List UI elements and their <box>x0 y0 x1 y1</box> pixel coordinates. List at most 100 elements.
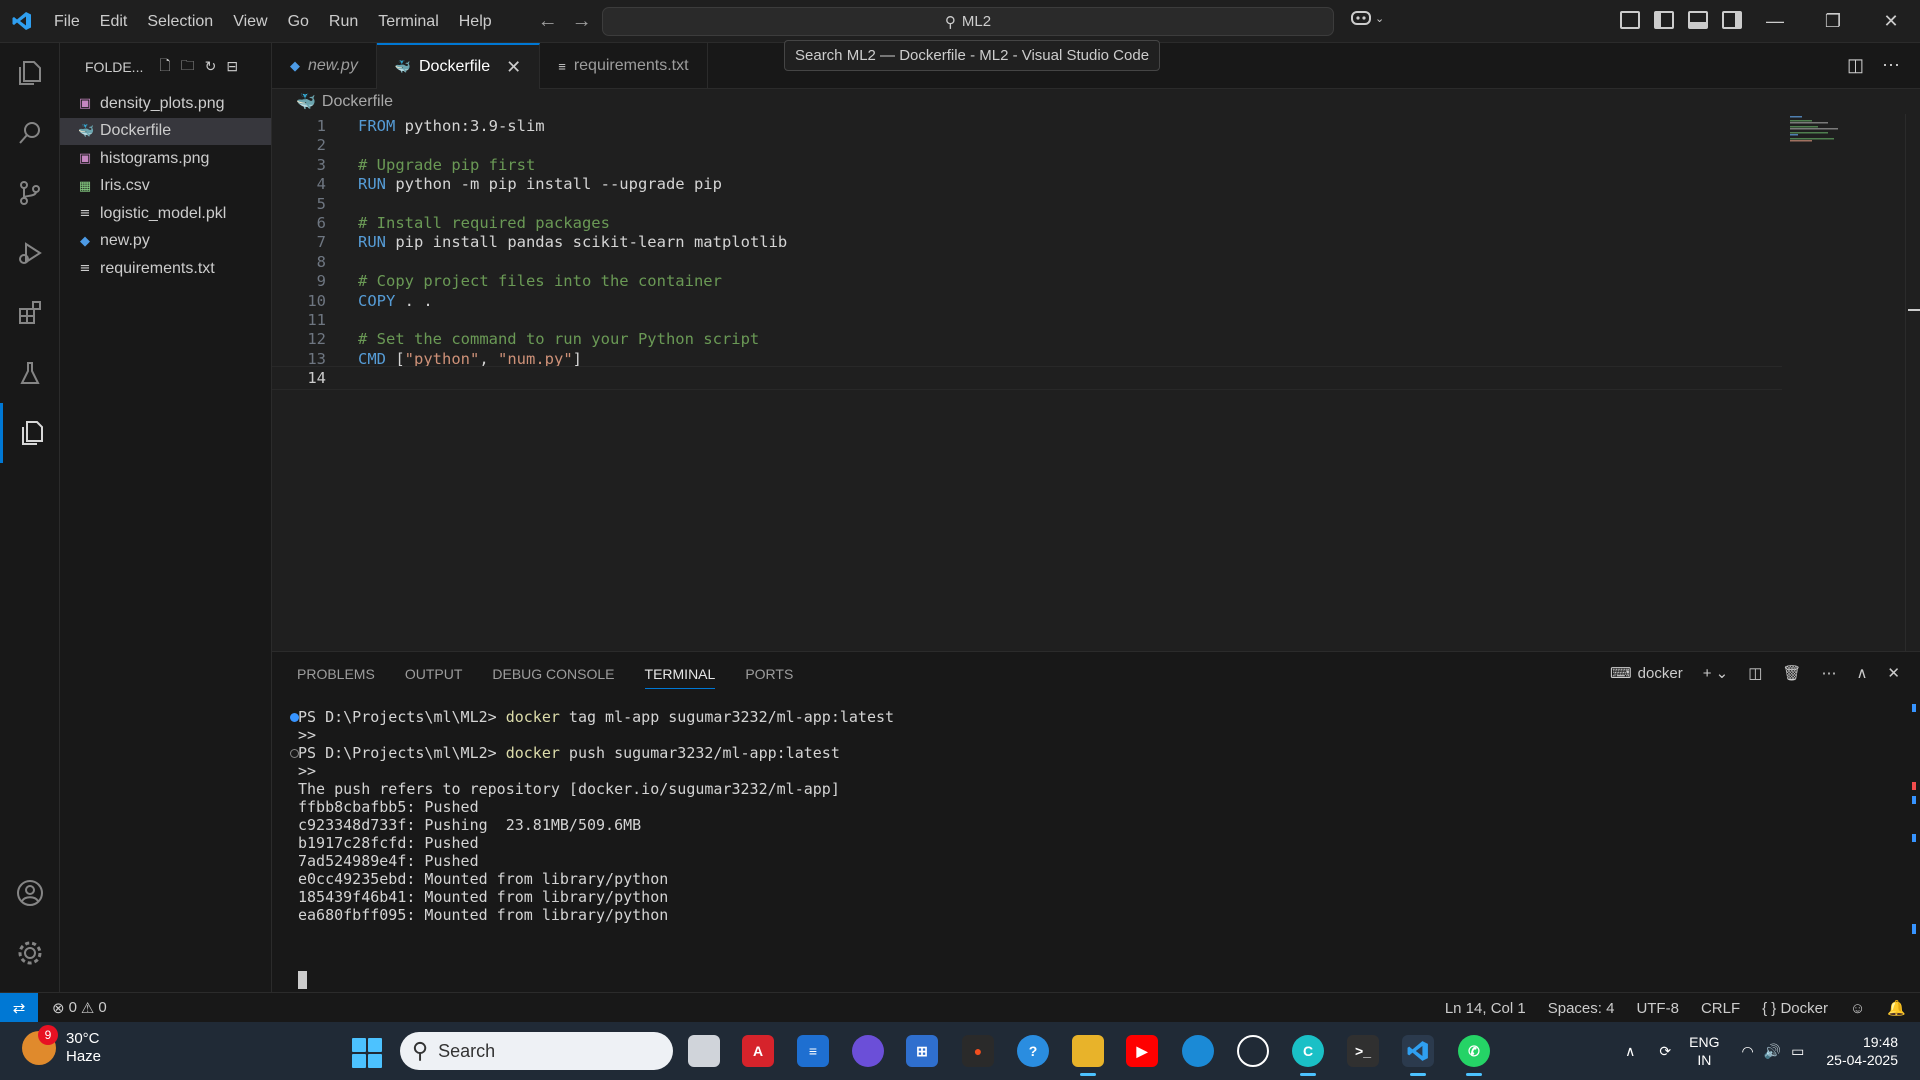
menu-item-selection[interactable]: Selection <box>137 0 223 43</box>
minimize-icon[interactable]: — <box>1746 0 1804 43</box>
terminal-scrollbar[interactable] <box>1912 704 1916 934</box>
more-actions-icon[interactable]: ⋯ <box>1821 664 1836 682</box>
file-item[interactable]: 🐳 Dockerfile <box>60 117 271 145</box>
terminal-name[interactable]: docker <box>1638 665 1683 682</box>
weather-widget[interactable]: 9 30°C Haze <box>22 1025 101 1066</box>
chatgpt-icon[interactable] <box>1237 1035 1269 1067</box>
menu-item-edit[interactable]: Edit <box>90 0 138 43</box>
maximize-panel-icon[interactable]: ∧ <box>1856 664 1867 682</box>
extensions-icon[interactable] <box>0 283 60 343</box>
minimap[interactable] <box>1790 114 1850 154</box>
new-file-icon[interactable]: 🗋 <box>159 55 170 79</box>
trash-icon[interactable]: 🗑 <box>1782 664 1801 682</box>
panel-tab-debug-console[interactable]: DEBUG CONSOLE <box>492 666 614 689</box>
explorer-icon[interactable] <box>0 43 60 103</box>
clock[interactable]: 19:48 25-04-2025 <box>1826 1033 1898 1069</box>
mvhp-app-icon[interactable]: ≡ <box>797 1035 829 1067</box>
vscode-taskbar-icon[interactable] <box>1402 1035 1434 1076</box>
account-icon[interactable] <box>0 863 60 923</box>
menu-item-view[interactable]: View <box>223 0 277 43</box>
file-item[interactable]: ≡ logistic_model.pkl <box>60 200 271 228</box>
sync-icon[interactable]: ⟳ <box>1659 1043 1671 1060</box>
source-control-icon[interactable] <box>0 163 60 223</box>
toggle-panel-icon[interactable] <box>1688 11 1708 29</box>
task-view-icon[interactable] <box>688 1035 720 1067</box>
terminal-app-icon[interactable]: >_ <box>1347 1035 1379 1067</box>
toggle-secondary-sidebar-icon[interactable] <box>1722 11 1742 29</box>
youtube-icon[interactable]: ▶ <box>1126 1035 1158 1067</box>
close-panel-icon[interactable]: ✕ <box>1887 664 1900 682</box>
help-icon[interactable]: ? <box>1017 1035 1049 1067</box>
line-ending[interactable]: CRLF <box>1701 1000 1740 1017</box>
collapse-all-icon[interactable]: ⊟ <box>226 58 238 75</box>
copilot-icon[interactable]: ⌄ <box>1350 9 1384 27</box>
menu-item-terminal[interactable]: Terminal <box>368 0 448 43</box>
command-decoration-icon[interactable] <box>290 712 299 722</box>
panel-tab-ports[interactable]: PORTS <box>745 666 793 689</box>
chevron-up-icon[interactable]: ∧ <box>1625 1043 1635 1060</box>
menu-item-go[interactable]: Go <box>278 0 319 43</box>
tab-requirements-txt[interactable]: ≡ requirements.txt <box>540 43 708 89</box>
start-button-icon[interactable] <box>352 1038 382 1068</box>
new-terminal-icon[interactable]: + ⌄ <box>1703 664 1729 682</box>
copilot-status-icon[interactable]: ☺ <box>1850 1000 1865 1017</box>
search-icon[interactable] <box>0 103 60 163</box>
code-line[interactable]: 14 <box>272 366 1782 391</box>
indentation[interactable]: Spaces: 4 <box>1548 1000 1615 1017</box>
new-folder-icon[interactable]: 🗀 <box>181 55 195 79</box>
menu-item-run[interactable]: Run <box>319 0 368 43</box>
copilot-app-icon[interactable] <box>852 1035 884 1067</box>
file-item[interactable]: ◆ new.py <box>60 228 271 256</box>
breadcrumb[interactable]: 🐳 Dockerfile <box>296 91 393 113</box>
file-item[interactable]: ▣ density_plots.png <box>60 90 271 118</box>
terminal-output[interactable]: PS D:\Projects\ml\ML2> docker tag ml-app… <box>272 706 1902 989</box>
split-terminal-icon[interactable]: ◫ <box>1748 664 1762 682</box>
code-editor[interactable]: 1 FROM python:3.9-slim 2 3 # Upgrade pip fir… <box>272 114 1920 651</box>
refresh-icon[interactable]: ↻ <box>205 58 217 75</box>
forward-arrow-icon[interactable]: → <box>572 10 592 33</box>
editor-scrollbar[interactable] <box>1905 114 1920 651</box>
command-decoration-icon[interactable] <box>290 748 299 758</box>
run-debug-icon[interactable] <box>0 223 60 283</box>
command-center-search[interactable]: ⚲ ML2 <box>602 7 1334 36</box>
more-actions-icon[interactable]: ⋯ <box>1882 55 1900 76</box>
canva-icon[interactable]: C <box>1292 1035 1324 1076</box>
split-editor-icon[interactable]: ◫ <box>1847 55 1864 76</box>
panel-tab-output[interactable]: OUTPUT <box>405 666 463 689</box>
close-tab-icon[interactable]: ✕ <box>506 57 521 78</box>
tab-new-py[interactable]: ◆ new.py <box>272 43 377 89</box>
file-item[interactable]: ▣ histograms.png <box>60 145 271 173</box>
store-icon[interactable]: ⊞ <box>906 1035 938 1067</box>
customize-layout-icon[interactable] <box>1620 11 1640 29</box>
restore-icon[interactable]: ❐ <box>1804 0 1862 43</box>
problems-status[interactable]: ⊗ 0 ⚠ 0 <box>52 999 107 1017</box>
panel-tab-terminal[interactable]: TERMINAL <box>644 666 716 689</box>
wifi-icon[interactable]: ◠ <box>1741 1043 1753 1060</box>
testing-flask-icon[interactable] <box>0 343 60 403</box>
whatsapp-icon[interactable]: ✆ <box>1458 1035 1490 1076</box>
encoding[interactable]: UTF-8 <box>1636 1000 1679 1017</box>
language-indicator[interactable]: ENG IN <box>1689 1033 1719 1069</box>
tab-dockerfile[interactable]: 🐳 Dockerfile ✕ <box>376 43 541 89</box>
battery-icon[interactable]: ▭ <box>1791 1043 1804 1060</box>
close-window-icon[interactable]: ✕ <box>1862 0 1920 43</box>
acrobat-icon[interactable]: A <box>742 1035 774 1067</box>
notifications-bell-icon[interactable]: 🔔 <box>1887 999 1906 1017</box>
menu-item-file[interactable]: File <box>44 0 90 43</box>
file-item[interactable]: ≡ requirements.txt <box>60 255 271 283</box>
remote-indicator-icon[interactable]: ⇄ <box>0 992 38 1023</box>
file-item[interactable]: ▦ Iris.csv <box>60 173 271 201</box>
toggle-primary-sidebar-icon[interactable] <box>1654 11 1674 29</box>
panel-tab-problems[interactable]: PROBLEMS <box>297 666 375 689</box>
taskbar-search[interactable]: ⚲ Search <box>400 1032 673 1070</box>
figma-icon[interactable]: ● <box>962 1035 994 1067</box>
remote-explorer-icon[interactable] <box>0 403 60 463</box>
manage-gear-icon[interactable] <box>0 923 60 983</box>
edge-icon[interactable] <box>1182 1035 1214 1067</box>
cursor-position[interactable]: Ln 14, Col 1 <box>1445 1000 1526 1017</box>
language-mode[interactable]: { } Docker <box>1762 1000 1828 1017</box>
breadcrumb-file[interactable]: Dockerfile <box>322 93 393 111</box>
volume-icon[interactable]: 🔊 <box>1764 1043 1781 1060</box>
back-arrow-icon[interactable]: ← <box>538 10 558 33</box>
menu-item-help[interactable]: Help <box>449 0 502 43</box>
